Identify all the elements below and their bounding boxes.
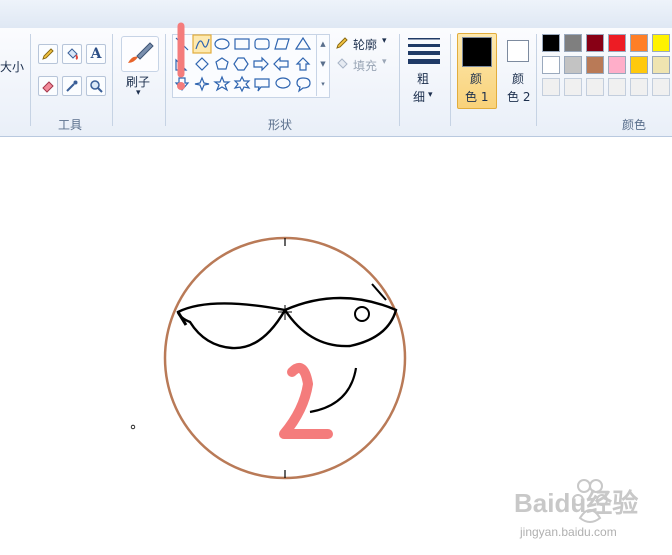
chevron-down-icon[interactable]: ▾ [136,88,141,98]
palette-swatch[interactable] [542,78,560,96]
shapes-gallery-scroll[interactable]: ▲ ▼ ▾ [316,34,329,96]
callout-oval-shape-icon [275,77,291,89]
thickness-label[interactable]: 细 [413,88,425,105]
watermark-text: Baidu经验 [514,488,638,518]
palette-swatch[interactable] [564,56,582,74]
face-circle [163,236,407,480]
magnifier-icon [90,80,103,93]
chevron-down-icon[interactable]: ▾ [382,36,387,46]
text-tool-button[interactable]: A [86,44,106,64]
palette-swatch[interactable] [630,34,648,52]
palette-swatch[interactable] [652,78,670,96]
palette-swatch[interactable] [652,34,670,52]
oval-shape-icon [214,38,230,50]
palette-swatch[interactable] [564,78,582,96]
palette-swatch[interactable] [630,78,648,96]
left-arrow-shape-icon [273,56,289,72]
smile-curve [309,367,358,414]
brush-icon [128,42,154,63]
four-point-star-shape-icon [194,76,210,92]
watermark-url: jingyan.baidu.com [519,525,617,539]
up-arrow-shape-icon [295,57,311,71]
text-a-icon: A [90,46,102,62]
paint-bucket-icon [67,48,78,60]
fill-button-label[interactable]: 填充 [353,57,377,74]
thickness-label[interactable]: 粗 [417,70,429,87]
palette-swatch[interactable] [586,56,604,74]
shapes-gallery-icons[interactable] [172,34,320,96]
eraser-tool-button[interactable] [38,76,58,96]
brush-button[interactable] [121,36,159,72]
color2-label[interactable]: 颜 [512,70,524,87]
callout-cloud-shape-icon [296,77,311,93]
paint-bucket-icon [337,58,348,69]
separator [536,34,537,126]
glasses-right-lens [283,296,398,348]
eraser-icon [42,81,54,93]
separator [399,34,400,126]
tools-group-label: 工具 [58,118,83,132]
pink-exclamation-annotation [177,22,185,90]
fill-tool-button[interactable] [62,44,82,64]
rectangle-shape-icon [234,38,250,50]
chevron-down-icon[interactable]: ▾ [428,90,433,100]
diamond-shape-icon [195,57,209,71]
separator [112,34,113,126]
pencil-icon [336,37,348,49]
palette-swatch[interactable] [630,56,648,74]
palette-swatch[interactable] [652,56,670,74]
color2-label[interactable]: 色 2 [507,88,530,105]
shapes-group-label: 形状 [268,118,293,132]
palette-swatch[interactable] [542,56,560,74]
stray-dot [130,424,136,430]
callout-rect-shape-icon [254,78,270,92]
eye-dot [354,306,370,322]
separator [165,34,166,126]
palette-swatch[interactable] [586,78,604,96]
right-arrow-shape-icon [253,56,269,72]
ribbon: 大小 A 工具 刷子 ▾ ▲ ▼ ▾ 轮廓 ▾ 填充 ▾ 形状 粗 细 ▾ 颜 … [0,28,672,137]
separator [450,34,451,126]
polygon-shape-icon [274,38,290,50]
pencil-icon [42,48,54,60]
hexagon-shape-icon [233,57,249,71]
outline-button-label[interactable]: 轮廓 [353,36,377,53]
chevron-down-icon[interactable]: ▾ [382,57,387,67]
eyedropper-icon [66,80,78,92]
color1-swatch [462,37,492,67]
six-point-star-shape-icon [233,75,251,93]
color2-swatch[interactable] [507,40,529,62]
title-bar [0,0,672,29]
glasses-left-lens [176,302,287,350]
color-picker-button[interactable] [62,76,82,96]
palette-swatch[interactable] [608,34,626,52]
pink-number-two [279,363,333,439]
separator [30,34,31,126]
magnifier-tool-button[interactable] [86,76,106,96]
palette-swatch[interactable] [542,34,560,52]
pencil-tool-button[interactable] [38,44,58,64]
triangle-shape-icon [294,36,312,50]
baidu-watermark-logo: Baidu经验 jingyan.baidu.com [514,479,638,539]
size-button-label[interactable]: 大小 [0,58,24,75]
pentagon-shape-icon [215,57,229,70]
palette-swatch[interactable] [564,34,582,52]
five-point-star-shape-icon [213,75,231,92]
palette-swatch[interactable] [608,56,626,74]
palette-swatch[interactable] [608,78,626,96]
palette-swatch[interactable] [586,34,604,52]
color1-label: 颜 [470,72,483,86]
line-thickness-icon[interactable] [406,36,442,64]
rounded-rectangle-shape-icon [254,38,270,50]
colors-group-label: 颜色 [622,118,647,132]
color1-label: 色 1 [465,90,489,104]
